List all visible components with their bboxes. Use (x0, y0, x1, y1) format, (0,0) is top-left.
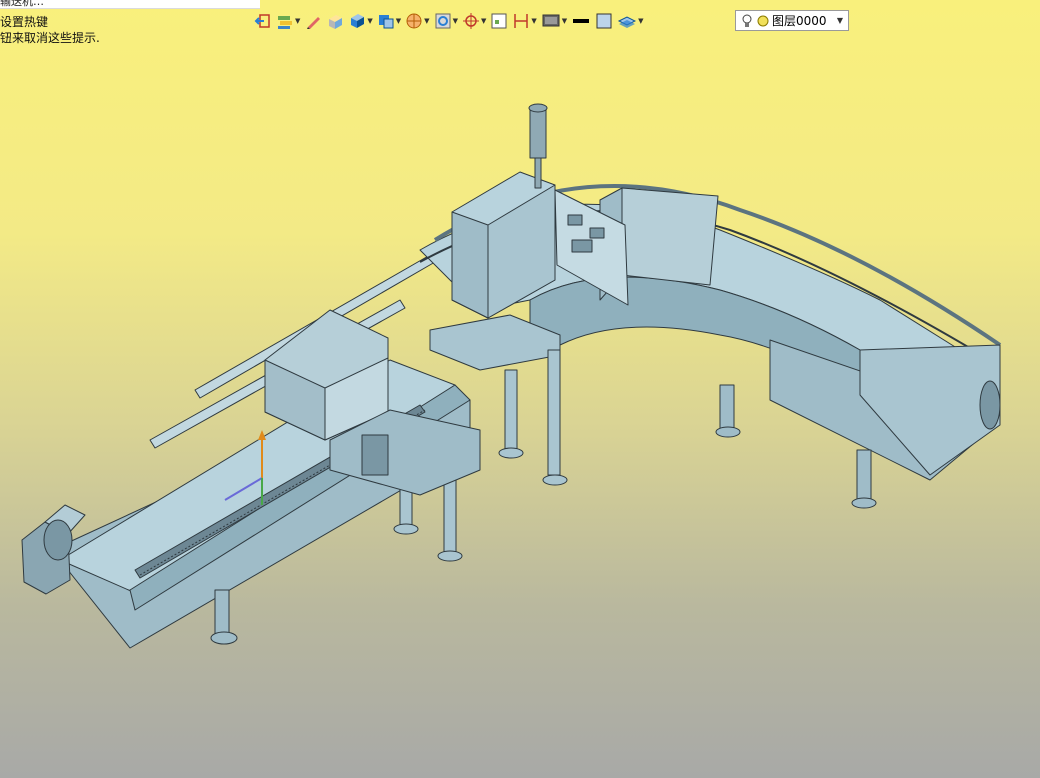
dimension-button[interactable]: ▼ (512, 11, 537, 31)
zoom-fit-button[interactable]: ▼ (434, 11, 458, 31)
move-crosshair-icon (462, 13, 479, 29)
conveyor-assembly-model[interactable] (0, 0, 1040, 778)
window-title: 输送机… (0, 0, 44, 8)
left-leg (210, 589, 238, 645)
view-cube-button[interactable]: ▼ (377, 11, 401, 31)
sun-icon (757, 15, 769, 26)
line-weight-icon (573, 19, 590, 23)
grid-view-button[interactable] (490, 11, 508, 31)
view-toolbar: ▼ ▼ ▼ ▼ ▼ ▼ ▼ ▼ ▼ (254, 9, 644, 33)
box-paint-icon (329, 15, 343, 29)
fill-color-button[interactable] (595, 11, 613, 31)
monitor-button[interactable]: ▼ (541, 11, 567, 31)
line-weight-button[interactable] (571, 11, 591, 31)
layer-select[interactable]: 图层0000 ▼ (735, 10, 849, 31)
exit-sketch-button[interactable] (254, 11, 272, 31)
layer-stack-icon (278, 16, 292, 29)
monitor-icon (542, 14, 560, 27)
layers-button[interactable]: ▼ (617, 11, 644, 31)
layer-stack-button[interactable]: ▼ (276, 11, 300, 31)
move-crosshair-button[interactable]: ▼ (462, 11, 486, 31)
lightbulb-icon (742, 14, 752, 27)
grid-view-icon (491, 13, 507, 29)
signal-tower (528, 103, 548, 189)
solid-cube-button[interactable]: ▼ (348, 11, 373, 31)
exit-sketch-icon (254, 14, 270, 28)
layers-icon (618, 16, 637, 28)
zoom-fit-icon (435, 13, 451, 29)
solid-cube-icon (351, 14, 365, 28)
hint-line-2: 钮来取消这些提示. (0, 31, 100, 45)
pencil-button[interactable] (304, 11, 322, 31)
fill-color-icon (596, 13, 612, 29)
box-paint-button[interactable] (326, 11, 344, 31)
window-title-bar: 输送机… (0, 0, 260, 9)
hint-line-1: 设置热键 (0, 15, 49, 29)
dimension-icon (514, 14, 529, 28)
view-cube-icon (378, 15, 394, 29)
chevron-down-icon[interactable]: ▼ (837, 16, 843, 25)
layer-select-value: 图层0000 (772, 14, 827, 28)
carton-box-2 (621, 187, 719, 286)
pencil-icon (307, 17, 321, 29)
sphere-render-icon (406, 13, 422, 29)
sphere-render-button[interactable]: ▼ (405, 11, 430, 31)
